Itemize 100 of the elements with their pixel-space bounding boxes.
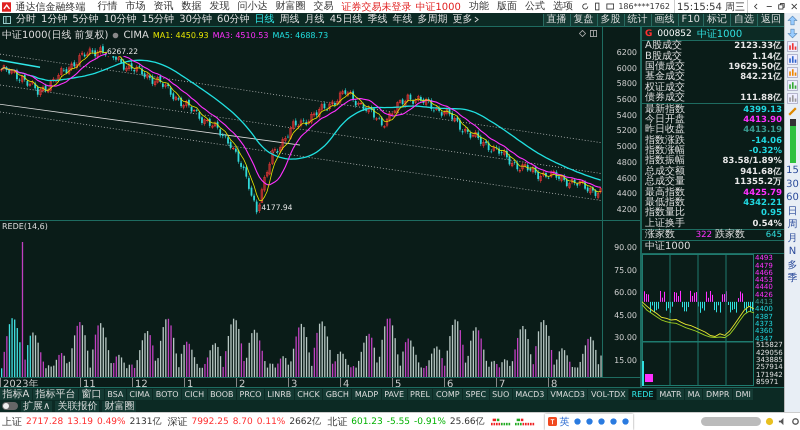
refresh-icon[interactable] [580,2,590,11]
bar-chart-icon[interactable] [787,54,798,65]
indicator-tab[interactable]: DMPR [703,388,732,400]
indicator-tab[interactable]: PAVE [382,388,407,400]
indicator-tab[interactable]: MACD3 [512,388,547,400]
period-shortcut[interactable]: 周 [788,219,798,230]
period-shortcut[interactable]: 60 [786,192,799,204]
login-status[interactable]: 证券交易未登录 [341,0,412,14]
price-axis-label: 5600 [616,95,637,104]
window-icon[interactable] [590,30,597,37]
indicator-tab[interactable]: DMI [732,388,754,400]
indicator-tab[interactable]: BOOB [208,388,236,400]
extension-button[interactable]: 关联报价 [55,400,100,412]
indicator-tab[interactable]: MA [685,388,702,400]
period-tab[interactable]: 60分钟 [216,14,250,26]
period-tab[interactable]: 分时 [16,14,36,26]
indicator-tab[interactable]: MATR [656,388,684,400]
period-tab[interactable]: 年线 [392,14,412,26]
bar-chart-icon[interactable] [787,41,798,52]
search-field[interactable] [701,417,761,426]
indicator-tab[interactable]: 窗口 [78,388,104,400]
extension-button[interactable]: 扩展∧ [21,400,52,412]
caret-icon[interactable] [474,16,480,23]
tool-menu-item[interactable]: 版面 [496,0,517,12]
menu-item[interactable]: 市场 [125,0,146,12]
menu-item[interactable]: 资讯 [153,0,174,12]
close-icon[interactable] [790,2,798,11]
bar-chart-icon[interactable] [787,80,798,91]
chart-tool-button[interactable]: 复盘 [570,14,597,26]
stat-label: 指数量比 [645,208,685,218]
period-tab[interactable]: 1分钟 [41,14,68,26]
input-method-logo-icon[interactable] [548,417,557,426]
chart-tool-button[interactable]: 画线 [650,14,678,26]
indicator-tab[interactable]: PREL [408,388,432,400]
period-shortcut[interactable]: 季 [788,273,798,284]
menu-item[interactable]: 问小达 [237,0,268,12]
period-shortcut[interactable]: 多 [788,260,798,271]
restore-icon[interactable] [777,2,786,11]
tool-menu-item[interactable]: 选项 [552,0,573,12]
period-tab[interactable]: 日线 [254,14,275,26]
extension-button[interactable]: 财富圈 [102,400,136,412]
indicator-tab[interactable]: PRCO [237,388,264,400]
period-tab[interactable]: 10分钟 [104,14,136,26]
chart-tool-button[interactable]: 多股 [596,14,624,26]
indicator-tab[interactable]: GBCH [323,388,352,400]
menu-item[interactable]: 交易 [313,0,334,12]
period-tab[interactable]: 30分钟 [179,14,212,26]
input-language[interactable]: 英 [560,414,570,428]
trend-line [0,60,40,68]
period-shortcut[interactable]: 30 [786,178,799,190]
indicator-tab[interactable]: COMP [433,388,462,400]
period-tab[interactable]: 45日线 [330,14,362,26]
diamond-icon[interactable] [579,30,586,37]
period-tab[interactable]: 季线 [367,14,388,26]
indicator-tab[interactable]: 指标A [0,388,32,400]
period-shortcut[interactable]: N [788,246,796,258]
tool-menu-item[interactable]: 功能 [468,0,489,12]
period-shortcut[interactable]: 15 [786,165,799,176]
panel-toggle-icon[interactable] [3,16,11,24]
chart-tool-button[interactable]: 标记 [703,14,730,26]
menu-item[interactable]: 财富圈 [275,0,306,12]
period-tab[interactable]: 周线 [280,14,300,26]
indicator-tab[interactable]: MADP [352,388,381,400]
indicator-tab[interactable]: CIMA [126,388,152,400]
period-shortcut[interactable]: 月 [788,232,798,244]
indicator-tab[interactable]: BOTO [153,388,182,400]
chart-tool-button[interactable]: 统计 [624,14,651,26]
indicator-tab[interactable]: REDE [629,388,656,400]
indicator-tab[interactable]: 指标平台 [32,388,78,400]
period-tab[interactable]: 15分钟 [141,14,174,26]
period-tab[interactable]: 多周期 [417,14,448,26]
indicator-tab[interactable]: CHCK [294,388,322,400]
indicator-tab[interactable]: LINRB [264,388,294,400]
index-percent: 0.49% [96,416,126,426]
indicator-tab[interactable]: VMACD3 [548,388,588,400]
indicator-tab[interactable]: SUO [490,388,512,400]
stat-label: 上证换手 [645,218,685,229]
period-tab[interactable]: 5分钟 [72,14,99,26]
chart-tool-button[interactable]: F10 [678,14,703,26]
chart-tool-button[interactable]: 自选 [730,14,757,26]
indicator-tab[interactable]: BSA [104,388,126,400]
chart-tool-button[interactable]: 返回 [757,14,784,26]
indicator-tab[interactable]: SPEC [463,388,489,400]
period-tab[interactable]: 月线 [304,14,325,26]
indicator-tab[interactable]: CICH [182,388,207,400]
indicator-tab[interactable]: VOL-TDX [588,388,628,400]
stat-value: 11355.2万 [734,176,782,188]
arrow-down-icon[interactable] [787,28,798,39]
menu-item[interactable]: 行情 [97,0,118,12]
stat-label: 指数涨跌 [645,136,685,146]
chart-tool-button[interactable]: 直播 [542,14,570,26]
account-number: 186****1762 [618,2,670,11]
menu-item[interactable]: 数据 [181,0,202,12]
period-tab[interactable]: 更多 [452,14,472,26]
arrow-up-icon[interactable] [787,15,798,26]
menu-item[interactable]: 发现 [209,0,230,12]
toggle-switch[interactable] [2,402,18,410]
period-shortcut[interactable]: 日 [788,206,798,217]
zoom-bar-icon[interactable] [790,119,796,163]
tool-menu-item[interactable]: 公式 [524,0,545,12]
